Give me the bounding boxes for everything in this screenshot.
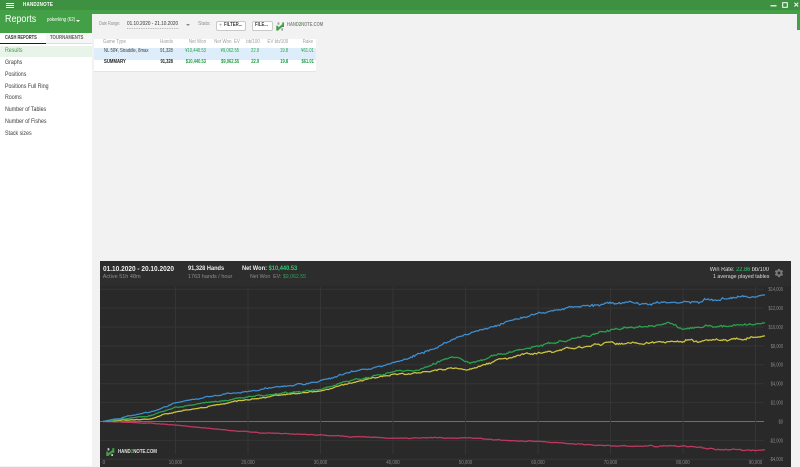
svg-text:-$2,000: -$2,000 [769, 438, 783, 444]
svg-text:0: 0 [103, 460, 106, 466]
svg-text:10,000: 10,000 [169, 460, 183, 466]
svg-text:90,000: 90,000 [749, 460, 763, 466]
svg-text:$14,000: $14,000 [769, 287, 784, 293]
svg-text:$12,000: $12,000 [769, 306, 784, 312]
svg-text:$0: $0 [779, 419, 784, 425]
svg-text:20,000: 20,000 [241, 460, 255, 466]
svg-text:60,000: 60,000 [531, 460, 545, 466]
svg-text:$2,000: $2,000 [771, 400, 783, 406]
svg-text:-$4,000: -$4,000 [769, 457, 783, 463]
svg-text:$8,000: $8,000 [771, 343, 783, 349]
svg-text:$4,000: $4,000 [771, 381, 783, 387]
svg-text:50,000: 50,000 [459, 460, 473, 466]
svg-text:70,000: 70,000 [604, 460, 618, 466]
svg-text:$10,000: $10,000 [769, 324, 784, 330]
svg-text:$6,000: $6,000 [771, 362, 783, 368]
svg-text:80,000: 80,000 [676, 460, 690, 466]
svg-text:40,000: 40,000 [386, 460, 400, 466]
svg-text:30,000: 30,000 [314, 460, 328, 466]
